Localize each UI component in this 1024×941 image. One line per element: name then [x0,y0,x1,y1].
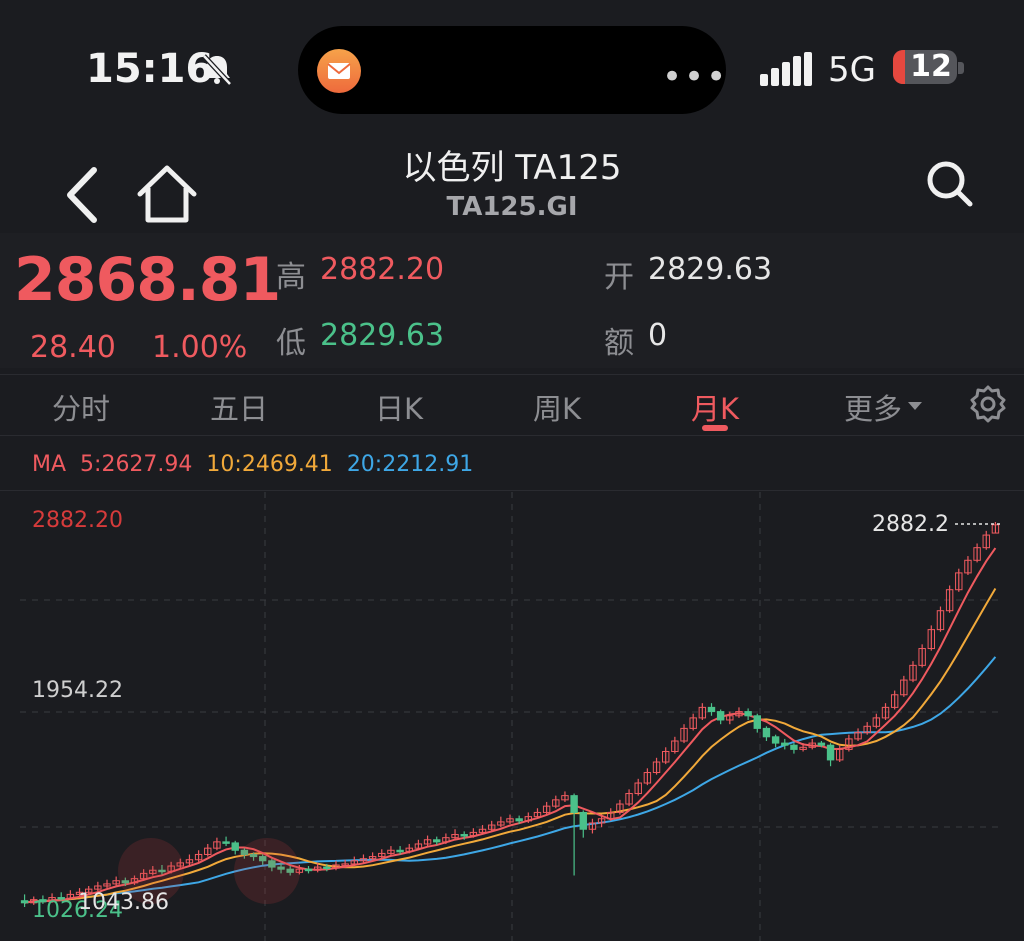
y-label-mid: 1954.22 [32,678,123,703]
page-subtitle: TA125.GI [446,192,578,222]
candle-body [753,715,761,729]
last-price: 2868.81 [14,245,281,315]
price-change: 28.40 [30,330,116,365]
ma5-value: 5:2627.94 [80,452,193,477]
candle-body [744,711,752,717]
candle-body [781,742,789,746]
candle-body [433,839,441,843]
amount-value: 0 [648,318,668,353]
more-dots-icon[interactable]: ••• [662,57,728,97]
candle-body [716,711,725,721]
tab-intraday[interactable]: 分时 [26,386,136,428]
candle-body [460,834,468,837]
open-value: 2829.63 [648,252,773,287]
candle-body [231,842,239,851]
candle-body [771,736,780,744]
sell-marker[interactable] [234,838,300,904]
tab-daily-k[interactable]: 日K [344,386,454,428]
ma10-value: 10:2469.41 [206,452,333,477]
tab-five-day[interactable]: 五日 [184,386,294,428]
mail-icon[interactable] [317,49,361,93]
network-type: 5G [828,50,876,90]
amount-label: 额 [604,326,634,361]
chevron-down-icon[interactable] [908,402,922,410]
battery-level [893,50,905,84]
candle-body [396,849,404,853]
low-value: 2829.63 [320,318,445,353]
low-label: 低 [276,326,306,361]
candle-body [570,795,578,813]
candle-body [20,900,29,904]
high-label: 高 [276,260,306,295]
candle-body [323,866,331,870]
candle-body [579,811,587,830]
candle-body [304,868,313,872]
price-change-percent: 1.00% [152,330,248,365]
candle-body [515,818,523,822]
battery-tip [958,62,964,74]
candle-body [762,727,771,738]
bell-slash-icon [202,54,232,86]
candle-body [826,744,835,761]
tab-monthly-k[interactable]: 月K [660,386,770,428]
min-price-marker: 1043.86 [78,890,169,915]
ma-label: MA [32,452,67,477]
battery-percent: 12 [910,49,952,84]
candle-body [817,742,826,746]
home-icon[interactable] [134,162,200,228]
y-label-top: 2882.20 [32,508,123,533]
candle-body [222,841,230,844]
back-icon[interactable] [60,160,104,230]
open-label: 开 [604,260,634,295]
ma20-value: 20:2212.91 [346,452,474,477]
search-icon[interactable] [922,156,976,210]
page-title: 以色列 TA125 [402,148,622,188]
gear-icon[interactable] [968,384,1008,424]
active-tab-indicator [702,425,728,431]
max-price-marker: 2882.2 [872,512,949,537]
candle-body [707,706,716,713]
status-time: 15:16 [86,46,214,92]
ma-values: MA 5:2627.94 10:2469.41 20:2212.91 [32,452,473,477]
tab-weekly-k[interactable]: 周K [502,386,612,428]
signal-icon [760,52,812,86]
candle-body [790,744,798,750]
high-value: 2882.20 [320,252,445,287]
